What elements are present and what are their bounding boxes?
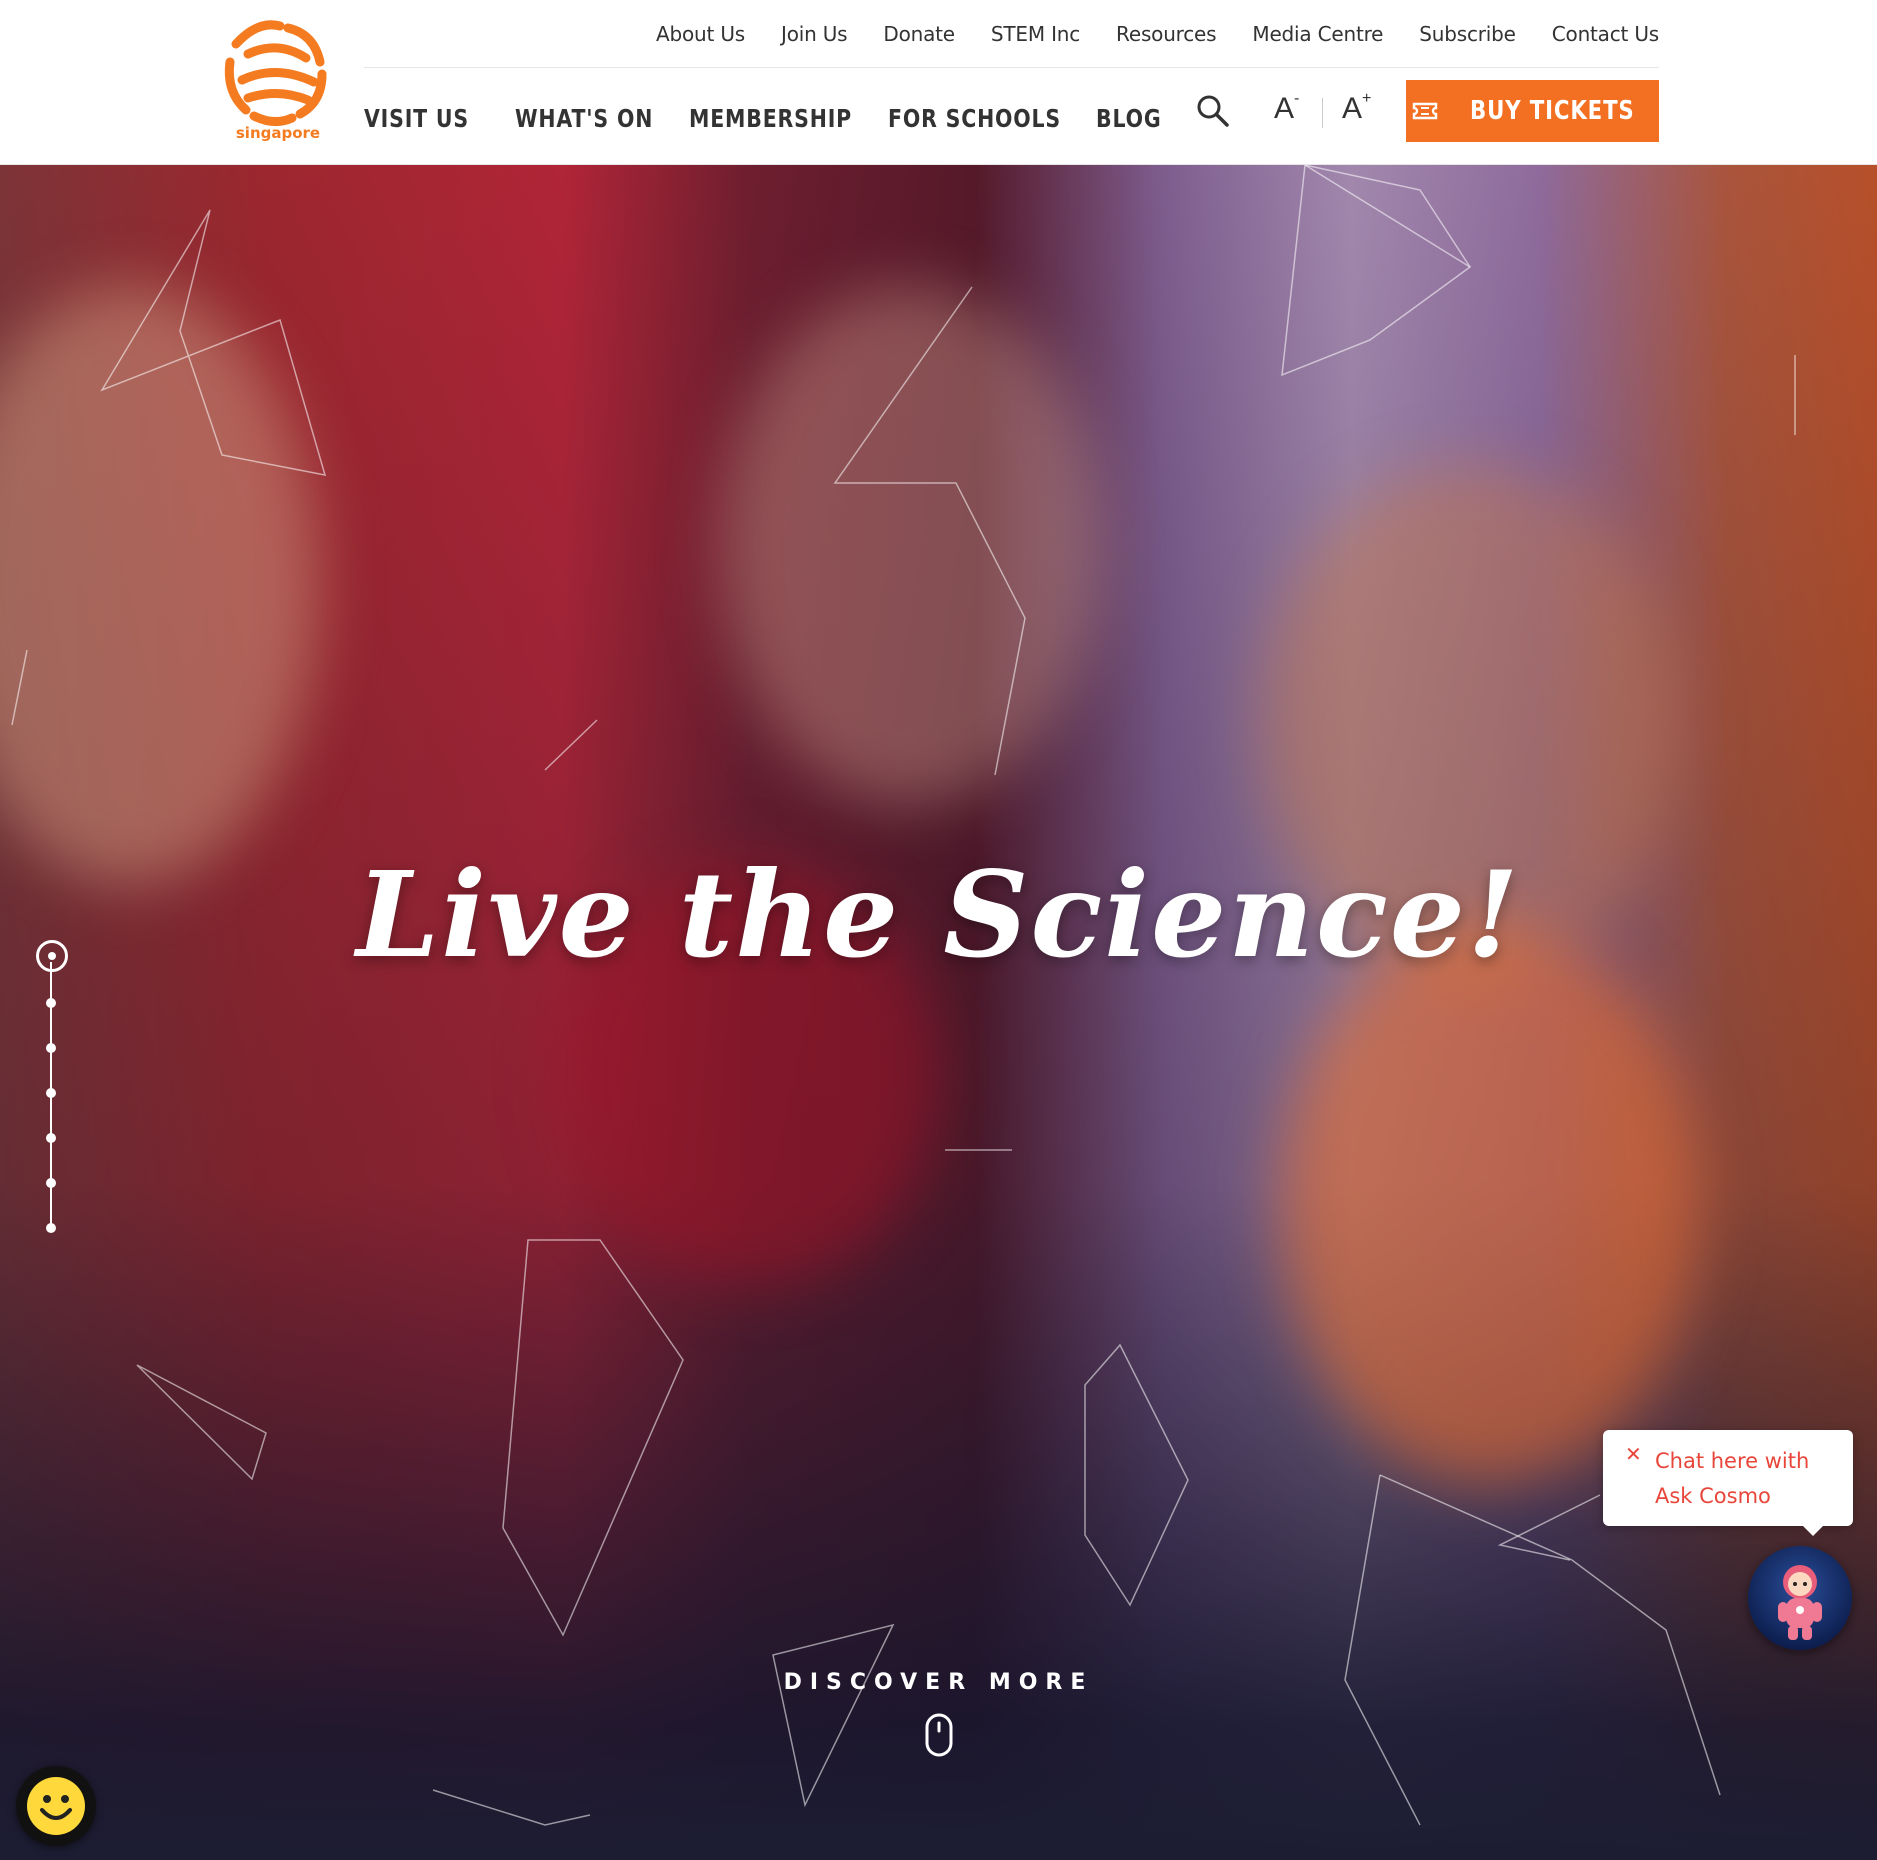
slide-pagination [36,940,68,1380]
pagination-dot-active[interactable] [36,940,68,972]
hero-title: Live the Science! [356,845,1521,984]
topnav-join-us[interactable]: Join Us [781,22,848,46]
font-divider [1322,98,1323,128]
discover-more[interactable]: DISCOVER MORE [0,1670,1877,1757]
top-utility-nav: About Us Join Us Donate STEM Inc Resourc… [364,0,1659,68]
buy-tickets-button[interactable]: BUY TICKETS [1406,80,1659,142]
buy-tickets-label: BUY TICKETS [1470,96,1635,126]
chat-prompt-bubble[interactable]: ✕ Chat here with Ask Cosmo [1603,1430,1853,1536]
font-increase-button[interactable]: A+ [1342,90,1372,126]
topnav-subscribe[interactable]: Subscribe [1419,22,1516,46]
logo-subtitle: singapore [235,124,321,142]
topnav-stem-inc[interactable]: STEM Inc [991,22,1080,46]
mouse-scroll-icon [925,1713,952,1757]
mainnav-visit-us[interactable]: VISIT US [364,104,469,133]
pagination-dot[interactable] [46,1133,56,1143]
mainnav-blog[interactable]: BLOG [1096,104,1161,133]
pagination-dot[interactable] [46,998,56,1008]
mainnav-whats-on[interactable]: WHAT'S ON [515,104,653,133]
smiley-icon[interactable] [16,1766,96,1846]
topnav-media-centre[interactable]: Media Centre [1252,22,1383,46]
font-decrease-letter: A [1274,92,1295,125]
font-decrease-button[interactable]: A- [1274,90,1300,126]
hero-banner: Live the Science! DISCOVER MORE [0,165,1877,1860]
close-icon[interactable]: ✕ [1625,1442,1642,1467]
search-icon[interactable] [1196,94,1230,128]
mainnav-for-schools[interactable]: FOR SCHOOLS [888,104,1061,133]
topnav-about-us[interactable]: About Us [656,22,745,46]
topnav-donate[interactable]: Donate [883,22,955,46]
science-centre-logo[interactable]: singapore [218,14,338,149]
pagination-dot[interactable] [46,1088,56,1098]
constellation-lines-decoration [11,165,1796,1826]
pagination-dot[interactable] [46,1178,56,1188]
cosmo-avatar-icon[interactable] [1748,1546,1852,1650]
mainnav-membership[interactable]: MEMBERSHIP [689,104,852,133]
ticket-icon [1412,102,1438,120]
pagination-dot[interactable] [46,1043,56,1053]
pagination-dot[interactable] [46,1223,56,1233]
chat-prompt-line2: Ask Cosmo [1655,1484,1771,1508]
topnav-resources[interactable]: Resources [1116,22,1217,46]
chat-prompt-line1: Chat here with [1655,1449,1810,1473]
font-increase-letter: A [1342,92,1363,125]
site-header: singapore About Us Join Us Donate STEM I… [0,0,1877,165]
font-decrease-sign: - [1294,90,1300,107]
discover-more-label: DISCOVER MORE [783,1670,1094,1695]
font-increase-sign: + [1362,90,1372,107]
topnav-contact-us[interactable]: Contact Us [1552,22,1659,46]
